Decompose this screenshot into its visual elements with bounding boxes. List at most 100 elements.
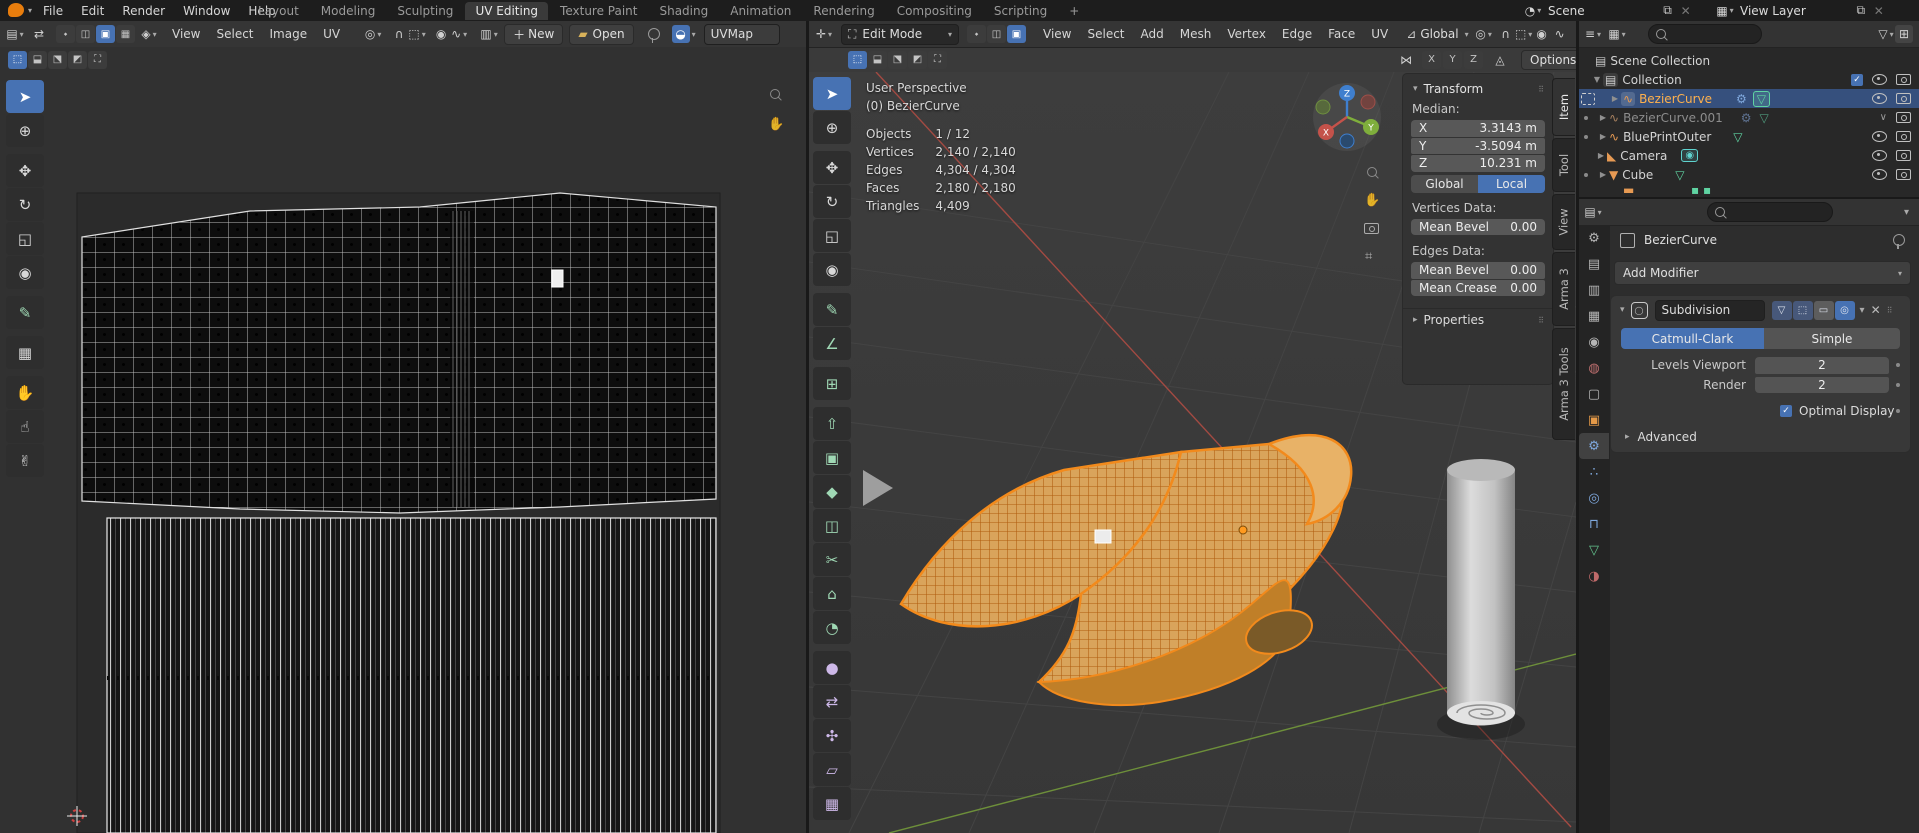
- blender-logo-icon[interactable]: [8, 3, 24, 17]
- uv-snap-magnet-icon[interactable]: ∩: [390, 25, 408, 43]
- view-layer-delete-icon[interactable]: ✕: [1870, 2, 1888, 20]
- properties-panel-title[interactable]: Properties: [1424, 313, 1485, 327]
- edge-mean-bevel-field[interactable]: Mean Bevel 0.00: [1411, 262, 1545, 279]
- uvmap-selector[interactable]: UVMap: [703, 23, 780, 45]
- vp-camera-view-icon[interactable]: [1364, 223, 1379, 238]
- loop-cut-tool[interactable]: ◫: [813, 509, 851, 542]
- median-x-field[interactable]: X 3.3143 m: [1411, 120, 1545, 137]
- row-scene-collection[interactable]: ▤ Scene Collection: [1579, 51, 1919, 70]
- boxselect-extend-icon[interactable]: ⬓: [868, 50, 887, 69]
- pin-icon[interactable]: [647, 28, 660, 43]
- uv-boxselect-invert-icon[interactable]: ◩: [68, 50, 87, 69]
- uv-menu-uv[interactable]: UV: [315, 27, 348, 41]
- vp-menu-select[interactable]: Select: [1079, 27, 1132, 41]
- row-beziercurve-001[interactable]: ▶ ∿ BezierCurve.001 ⚙ ▽ ∨: [1579, 108, 1919, 127]
- uv-zoom-icon[interactable]: [770, 89, 780, 99]
- median-y-field[interactable]: Y -3.5094 m: [1411, 137, 1545, 154]
- active-tool-icon[interactable]: ✛ ▾: [815, 25, 833, 43]
- uv-boxselect-extend-icon[interactable]: ⬓: [28, 50, 47, 69]
- image-open-button[interactable]: ▰ Open: [569, 23, 634, 45]
- mesh-data-icon[interactable]: ▽: [1760, 111, 1769, 125]
- vp-menu-vertex[interactable]: Vertex: [1219, 27, 1274, 41]
- uv-menu-view[interactable]: View: [164, 27, 208, 41]
- scene-name[interactable]: Scene: [1548, 4, 1585, 18]
- view-layer-copy-icon[interactable]: ⧉: [1852, 2, 1870, 20]
- edge-slide-tool[interactable]: ⇄: [813, 685, 851, 718]
- view-layer-name[interactable]: View Layer: [1740, 4, 1806, 18]
- transform-panel-title[interactable]: Transform: [1424, 82, 1484, 96]
- modifier-extras-chevron[interactable]: ▾: [1860, 305, 1865, 316]
- new-collection-icon[interactable]: ⊞: [1895, 25, 1913, 43]
- optimal-display-checkbox[interactable]: ✓: [1780, 405, 1792, 417]
- shear-tool[interactable]: ▱: [813, 753, 851, 786]
- uv-pan-hand-icon[interactable]: ✋: [768, 117, 784, 132]
- vp-snap-mode-icon[interactable]: ⬚ ▾: [1515, 25, 1533, 43]
- vp-pivot-icon[interactable]: ◎ ▾: [1475, 25, 1493, 43]
- snap-badge-icon[interactable]: ◬: [1491, 51, 1509, 69]
- mesh-data-icon[interactable]: ▽: [1733, 130, 1742, 144]
- uv-menu-select[interactable]: Select: [208, 27, 261, 41]
- properties-tab-constraints[interactable]: ⊓: [1579, 511, 1609, 537]
- mirror-z-toggle[interactable]: Z: [1464, 50, 1483, 69]
- vp-pan-hand-icon[interactable]: ✋: [1364, 193, 1380, 208]
- properties-pin-icon[interactable]: [1893, 234, 1905, 249]
- tab-shading[interactable]: Shading: [649, 2, 718, 20]
- properties-options-chevron[interactable]: ▾: [1904, 207, 1909, 218]
- tweak-select-tool[interactable]: ➤: [813, 77, 851, 110]
- vp-zoom-icon[interactable]: [1367, 167, 1377, 177]
- scene-delete-icon[interactable]: ✕: [1677, 2, 1695, 20]
- tab-compositing[interactable]: Compositing: [887, 2, 982, 20]
- select-mode-face-icon[interactable]: ▣: [1007, 25, 1026, 43]
- uv-pivot-icon[interactable]: ◎ ▾: [364, 25, 382, 43]
- smooth-tool[interactable]: ●: [813, 651, 851, 684]
- boxselect-intersect-icon[interactable]: ⛶: [928, 50, 947, 69]
- modifier-render-toggle[interactable]: ◎: [1834, 300, 1855, 320]
- outliner-search-input[interactable]: [1648, 24, 1762, 44]
- uv-snap-mode-icon[interactable]: ⬚ ▾: [408, 25, 426, 43]
- uv-menu-image[interactable]: Image: [262, 27, 316, 41]
- vp-perspective-toggle-icon[interactable]: ⌗: [1365, 249, 1372, 264]
- mesh-data-icon[interactable]: ▽: [1752, 90, 1771, 107]
- camera-data-icon[interactable]: ◉: [1681, 149, 1699, 162]
- beziercurve-eye-icon[interactable]: [1872, 93, 1887, 104]
- tab-scripting[interactable]: Scripting: [984, 2, 1057, 20]
- separator-viewport-right[interactable]: [1576, 21, 1579, 833]
- bevel-tool[interactable]: ◆: [813, 475, 851, 508]
- mirror-y-toggle[interactable]: Y: [1443, 50, 1462, 69]
- knife-tool[interactable]: ✂: [813, 543, 851, 576]
- uv-select-edge-icon[interactable]: ◫: [76, 25, 95, 43]
- extrude-region-tool[interactable]: ⇧: [813, 407, 851, 440]
- row-collection[interactable]: ▼ ▤ Collection ✓: [1579, 70, 1919, 89]
- levels-viewport-field[interactable]: 2: [1755, 357, 1889, 374]
- simple-button[interactable]: Simple: [1763, 328, 1900, 349]
- collection-checkbox[interactable]: ✓: [1851, 73, 1863, 86]
- scene-icon[interactable]: ◔ ▾: [1524, 2, 1542, 20]
- properties-tab-render[interactable]: ▤: [1579, 251, 1609, 277]
- cursor-tool[interactable]: ⊕: [813, 111, 851, 144]
- inset-faces-tool[interactable]: ▣: [813, 441, 851, 474]
- tab-layout[interactable]: Layout: [248, 2, 309, 20]
- npanel-tab-view[interactable]: View: [1552, 194, 1575, 250]
- orientation-selector[interactable]: ⊿ Global ▾: [1406, 25, 1468, 43]
- uv-canvas[interactable]: [0, 72, 806, 833]
- annotate-tool[interactable]: ✎: [813, 293, 851, 326]
- uv-select-island-icon[interactable]: ▦: [116, 25, 135, 43]
- vp-menu-mesh[interactable]: Mesh: [1172, 27, 1220, 41]
- median-z-field[interactable]: Z 10.231 m: [1411, 155, 1545, 172]
- uv-editor-type-icon[interactable]: ▤ ▾: [6, 25, 24, 43]
- scene-copy-icon[interactable]: ⧉: [1659, 2, 1677, 20]
- modifier-wrench-icon[interactable]: ⚙: [1736, 92, 1747, 106]
- menu-window[interactable]: Window: [174, 4, 239, 18]
- separator-uv-viewport[interactable]: [806, 21, 809, 833]
- uv-boxselect-intersect-icon[interactable]: ⛶: [88, 50, 107, 69]
- uv-select-vertex-icon[interactable]: ⬩: [56, 25, 75, 43]
- rotate-tool[interactable]: ↻: [813, 185, 851, 218]
- beziercurve-camera-icon[interactable]: [1896, 93, 1911, 104]
- uv-sticky-mode-icon[interactable]: ◈ ▾: [140, 25, 158, 43]
- vp-menu-edge[interactable]: Edge: [1274, 27, 1320, 41]
- measure-tool[interactable]: ∠: [813, 327, 851, 360]
- add-workspace-button[interactable]: +: [1059, 2, 1089, 20]
- properties-search-input[interactable]: [1707, 202, 1833, 222]
- render-levels-field[interactable]: 2: [1755, 376, 1889, 393]
- outliner-display-mode-icon[interactable]: ≡ ▾: [1584, 25, 1602, 43]
